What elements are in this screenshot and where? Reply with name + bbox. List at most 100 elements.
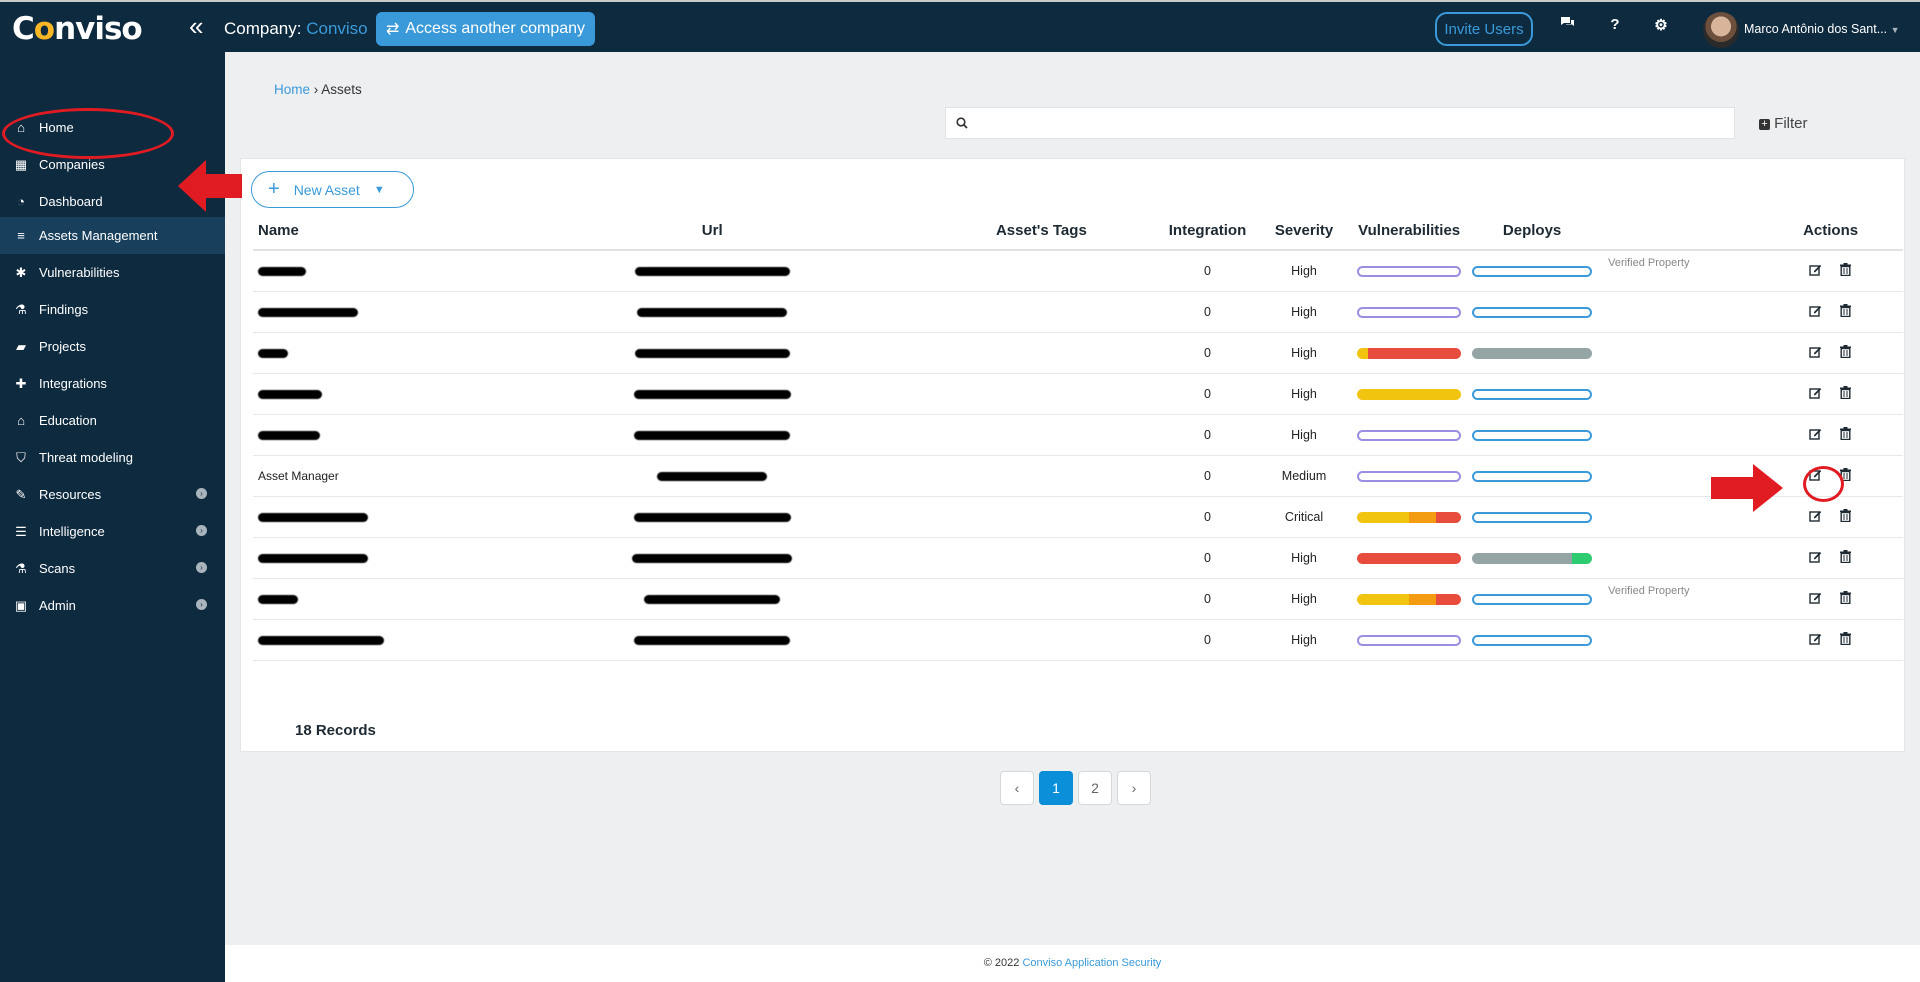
sidebar-item-education[interactable]: ⌂ Education xyxy=(0,402,225,439)
deploys-cell[interactable] xyxy=(1466,373,1599,415)
deploys-bar[interactable] xyxy=(1472,429,1593,441)
deploys-cell[interactable] xyxy=(1466,332,1599,374)
table-row[interactable]: 0 High xyxy=(253,537,1903,579)
table-row[interactable]: 0 Critical xyxy=(253,496,1903,538)
vulnerabilities-bar[interactable] xyxy=(1357,634,1462,646)
sidebar-item-findings[interactable]: ⚗ Findings xyxy=(0,291,225,328)
trash-icon[interactable] xyxy=(1839,590,1853,607)
trash-icon[interactable] xyxy=(1839,508,1853,525)
collapse-sidebar-icon[interactable]: « xyxy=(189,13,203,39)
breadcrumb-home-link[interactable]: Home xyxy=(274,82,310,97)
vulnerabilities-cell[interactable] xyxy=(1352,619,1467,661)
sidebar-item-companies[interactable]: ▦ Companies xyxy=(0,146,225,183)
table-row[interactable]: 0 High xyxy=(253,291,1903,333)
vulnerabilities-cell[interactable] xyxy=(1352,291,1467,333)
deploys-bar[interactable] xyxy=(1472,552,1593,564)
edit-icon[interactable] xyxy=(1809,591,1823,607)
deploys-bar[interactable] xyxy=(1472,265,1593,277)
search-box[interactable] xyxy=(945,107,1735,139)
deploys-bar[interactable] xyxy=(1472,470,1593,482)
deploys-bar[interactable] xyxy=(1472,388,1593,400)
asset-name-cell[interactable] xyxy=(253,373,631,415)
vulnerabilities-bar[interactable] xyxy=(1357,511,1462,523)
table-row[interactable]: 0 High xyxy=(253,414,1903,456)
sidebar-item-vulnerabilities[interactable]: ✱ Vulnerabilities xyxy=(0,254,225,291)
edit-icon[interactable] xyxy=(1809,509,1823,525)
trash-icon[interactable] xyxy=(1839,631,1853,648)
gear-icon[interactable]: ⚙ xyxy=(1650,16,1672,34)
vulnerabilities-cell[interactable] xyxy=(1352,578,1467,620)
deploys-cell[interactable] xyxy=(1466,496,1599,538)
edit-icon[interactable] xyxy=(1809,386,1823,402)
caret-down-icon[interactable]: ▼ xyxy=(374,184,385,196)
chat-icon[interactable] xyxy=(1556,16,1578,33)
deploys-cell[interactable] xyxy=(1466,250,1599,292)
deploys-bar[interactable] xyxy=(1472,347,1593,359)
sidebar-item-integrations[interactable]: ✚ Integrations xyxy=(0,365,225,402)
edit-icon[interactable] xyxy=(1809,427,1823,443)
vulnerabilities-cell[interactable] xyxy=(1352,414,1467,456)
vulnerabilities-bar[interactable] xyxy=(1357,429,1462,441)
deploys-bar[interactable] xyxy=(1472,306,1593,318)
sidebar-item-dashboard[interactable]: ◔ Dashboard xyxy=(0,183,225,220)
vulnerabilities-bar[interactable] xyxy=(1357,306,1462,318)
sidebar-item-threat-modeling[interactable]: ⛉ Threat modeling xyxy=(0,439,225,476)
edit-icon[interactable] xyxy=(1809,263,1823,279)
avatar[interactable] xyxy=(1703,12,1739,48)
help-icon[interactable]: ? xyxy=(1604,16,1626,33)
invite-users-button[interactable]: Invite Users xyxy=(1435,12,1533,46)
col-vulnerabilities[interactable]: Vulnerabilities xyxy=(1352,212,1467,251)
deploys-cell[interactable] xyxy=(1466,291,1599,333)
page-1[interactable]: 1 xyxy=(1039,771,1073,805)
table-row[interactable]: Asset Manager 0 Medium xyxy=(253,455,1903,497)
deploys-bar[interactable] xyxy=(1472,511,1593,523)
asset-name-cell[interactable] xyxy=(253,414,631,456)
edit-icon[interactable] xyxy=(1809,632,1823,648)
asset-name-cell[interactable] xyxy=(253,250,631,292)
chevron-right-icon[interactable]: › xyxy=(196,599,207,610)
user-menu[interactable]: Marco Antônio dos Sant... ▼ xyxy=(1744,22,1900,36)
vulnerabilities-cell[interactable] xyxy=(1352,332,1467,374)
deploys-cell[interactable] xyxy=(1466,414,1599,456)
vulnerabilities-bar[interactable] xyxy=(1357,552,1462,564)
vulnerabilities-cell[interactable] xyxy=(1352,455,1467,497)
sidebar-item-projects[interactable]: ▰ Projects xyxy=(0,328,225,365)
col-integration[interactable]: Integration xyxy=(1159,212,1256,251)
asset-name-cell[interactable] xyxy=(253,619,631,661)
trash-icon[interactable] xyxy=(1839,549,1853,566)
table-row[interactable]: 0 High xyxy=(253,619,1903,661)
edit-icon[interactable] xyxy=(1809,345,1823,361)
asset-name-cell[interactable] xyxy=(253,291,631,333)
deploys-cell[interactable] xyxy=(1466,537,1599,579)
asset-name-cell[interactable] xyxy=(253,578,631,620)
table-row[interactable]: 0 High xyxy=(253,373,1903,415)
asset-name-cell[interactable] xyxy=(253,537,631,579)
deploys-bar[interactable] xyxy=(1472,593,1593,605)
sidebar-item-home[interactable]: ⌂ Home xyxy=(0,109,225,146)
sidebar-item-admin[interactable]: ▣ Admin › xyxy=(0,587,225,624)
trash-icon[interactable] xyxy=(1839,467,1853,484)
chevron-right-icon[interactable]: › xyxy=(196,562,207,573)
trash-icon[interactable] xyxy=(1839,344,1853,361)
table-row[interactable]: 0 High Verified Property xyxy=(253,578,1903,620)
asset-name-cell[interactable] xyxy=(253,496,631,538)
deploys-cell[interactable] xyxy=(1466,578,1599,620)
sidebar-item-scans[interactable]: ⚗ Scans › xyxy=(0,550,225,587)
col-tags[interactable]: Asset's Tags xyxy=(793,212,1160,251)
sidebar-item-assets-management[interactable]: ≡ Assets Management xyxy=(0,217,225,254)
access-another-company-button[interactable]: ⇄ Access another company xyxy=(376,12,595,46)
asset-name-cell[interactable] xyxy=(253,332,631,374)
vulnerabilities-cell[interactable] xyxy=(1352,250,1467,292)
col-url[interactable]: Url xyxy=(630,212,794,251)
trash-icon[interactable] xyxy=(1839,385,1853,402)
conviso-logo[interactable]: Conviso xyxy=(12,11,143,47)
vulnerabilities-bar[interactable] xyxy=(1357,388,1462,400)
vulnerabilities-cell[interactable] xyxy=(1352,537,1467,579)
table-row[interactable]: 0 High xyxy=(253,332,1903,374)
vulnerabilities-cell[interactable] xyxy=(1352,373,1467,415)
vulnerabilities-bar[interactable] xyxy=(1357,470,1462,482)
asset-name-cell[interactable]: Asset Manager xyxy=(253,455,631,497)
vulnerabilities-cell[interactable] xyxy=(1352,496,1467,538)
next-page-icon[interactable]: › xyxy=(1117,771,1151,805)
footer-link[interactable]: Conviso Application Security xyxy=(1022,957,1161,969)
